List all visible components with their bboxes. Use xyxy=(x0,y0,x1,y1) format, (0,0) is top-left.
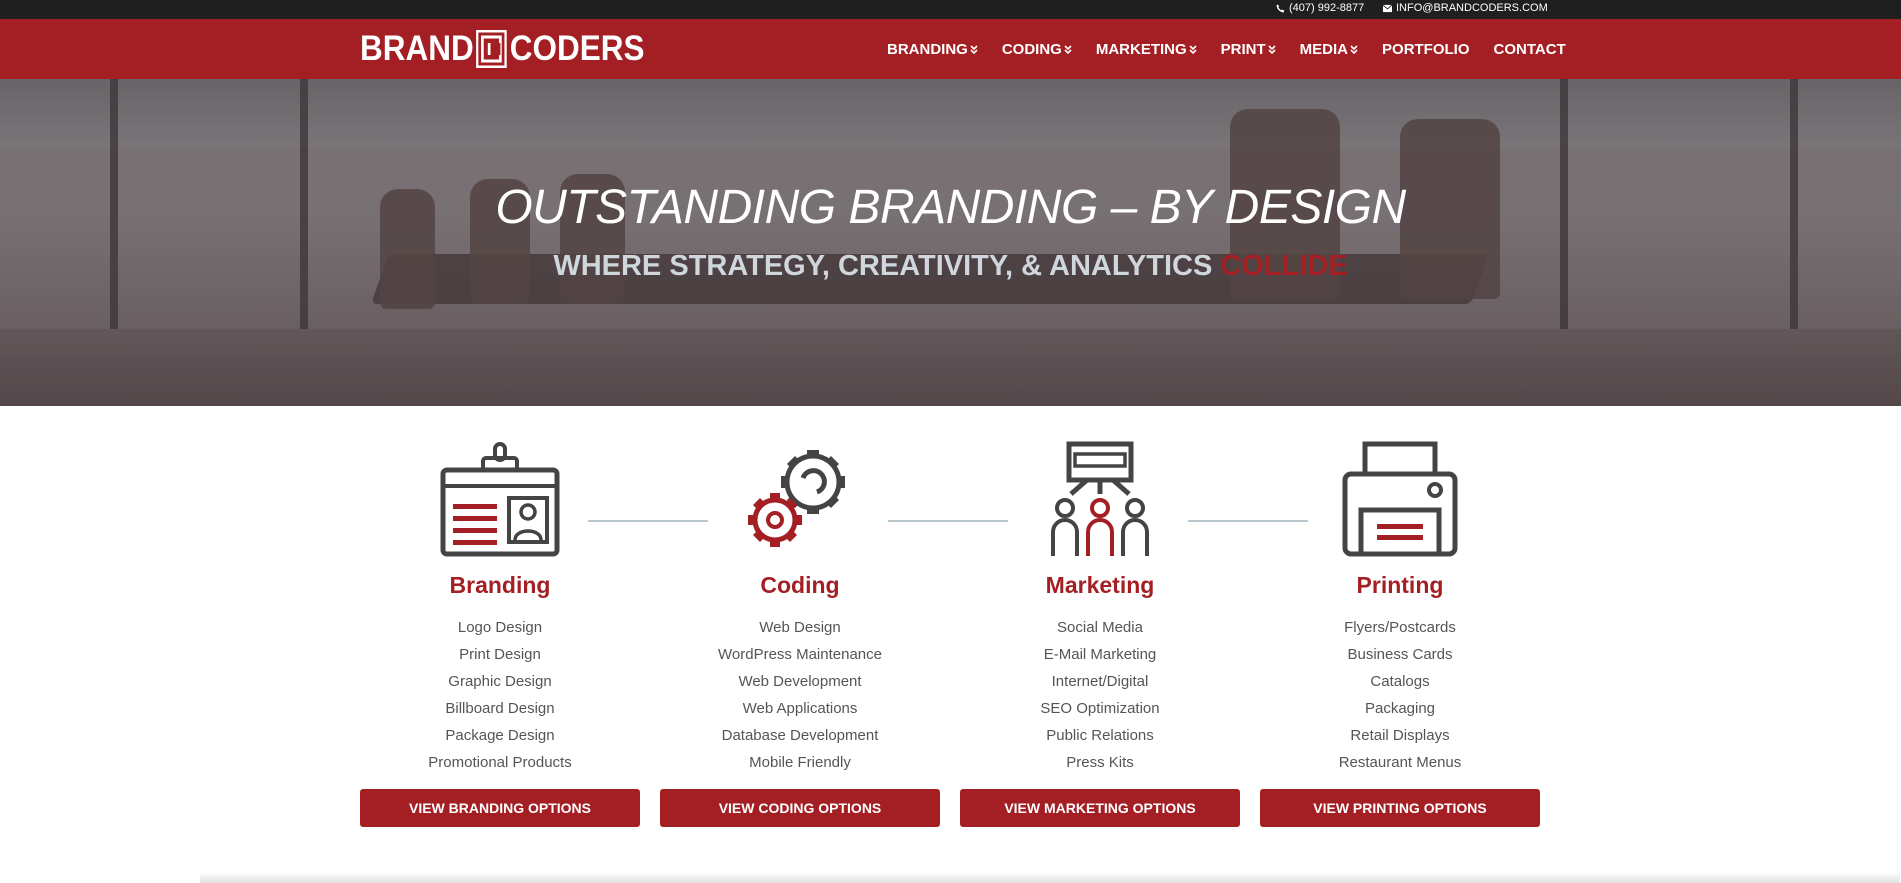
envelope-icon xyxy=(1383,4,1392,12)
service-column-printing: Printing Flyers/Postcards Business Cards… xyxy=(1260,440,1540,827)
service-list-item: WordPress Maintenance xyxy=(718,646,882,663)
service-column-marketing: Marketing Social Media E-Mail Marketing … xyxy=(960,440,1240,827)
nav-item-print[interactable]: PRINT xyxy=(1221,41,1276,58)
service-list-item: Mobile Friendly xyxy=(749,754,851,771)
nav-label-marketing: MARKETING xyxy=(1095,40,1187,58)
service-list-item: Graphic Design xyxy=(448,673,552,690)
nav-item-media[interactable]: MEDIA xyxy=(1300,41,1358,58)
phone-icon xyxy=(1276,3,1285,12)
nav-label-media: MEDIA xyxy=(1299,40,1349,58)
service-title: Printing xyxy=(1356,572,1444,598)
service-list-item: Database Development xyxy=(721,727,879,744)
service-list: Flyers/Postcards Business Cards Catalogs… xyxy=(1260,614,1540,776)
hero-title: OUTSTANDING BRANDING – BY DESIGN xyxy=(495,181,1406,234)
nav-item-contact[interactable]: CONTACT xyxy=(1494,41,1566,58)
service-list-item: Business Cards xyxy=(1347,646,1453,663)
phone-number: (407) 992-8877 xyxy=(1289,2,1365,14)
service-list-item: Web Development xyxy=(738,673,862,690)
phone-contact[interactable]: (407) 992-8877 xyxy=(1276,2,1364,14)
email-contact[interactable]: INFO@BRANDCODERS.COM xyxy=(1383,2,1548,14)
double-chevron-down-icon xyxy=(1350,44,1358,54)
nav-item-branding[interactable]: BRANDING xyxy=(887,41,978,58)
service-list-item: Social Media xyxy=(1057,619,1143,636)
email-address: INFO@BRANDCODERS.COM xyxy=(1396,2,1548,14)
service-list-item: SEO Optimization xyxy=(1040,700,1160,717)
service-column-branding: Branding Logo Design Print Design Graphi… xyxy=(360,440,640,827)
hero-overlay xyxy=(0,79,1901,406)
double-chevron-down-icon xyxy=(1189,44,1197,54)
double-chevron-down-icon xyxy=(1064,44,1072,54)
view-marketing-options-button[interactable]: VIEW MARKETING OPTIONS xyxy=(960,789,1240,827)
double-chevron-down-icon xyxy=(970,44,978,54)
service-list-item: Package Design xyxy=(445,727,555,744)
gears-icon xyxy=(748,450,845,547)
view-printing-options-button[interactable]: VIEW PRINTING OPTIONS xyxy=(1260,789,1540,827)
id-badge-icon xyxy=(440,442,560,557)
nav-label-coding: CODING xyxy=(1001,40,1062,58)
view-coding-options-button[interactable]: VIEW CODING OPTIONS xyxy=(660,789,940,827)
nav-item-marketing[interactable]: MARKETING xyxy=(1096,41,1197,58)
next-section-edge xyxy=(200,872,1900,883)
service-list-item: Billboard Design xyxy=(445,700,555,717)
nav-label-portfolio: PORTFOLIO xyxy=(1382,40,1470,58)
brand-logo[interactable]: BRAND CODERS xyxy=(360,29,645,69)
logo-mark-icon xyxy=(476,30,508,68)
service-list-item: Web Design xyxy=(759,619,841,636)
nav-label-branding: BRANDING xyxy=(887,40,968,58)
nav-item-portfolio[interactable]: PORTFOLIO xyxy=(1382,41,1470,58)
service-list-item: E-Mail Marketing xyxy=(1043,646,1157,663)
service-list-item: Retail Displays xyxy=(1350,727,1450,744)
presentation-audience-icon xyxy=(1051,441,1149,556)
service-list-item: Public Relations xyxy=(1046,727,1154,744)
service-list-item: Internet/Digital xyxy=(1051,673,1149,690)
service-title: Coding xyxy=(760,572,840,598)
service-list-item: Logo Design xyxy=(457,619,543,636)
service-list-item: Packaging xyxy=(1364,700,1436,717)
service-list-item: Restaurant Menus xyxy=(1338,754,1462,771)
service-list: Logo Design Print Design Graphic Design … xyxy=(360,614,640,776)
service-list-item: Web Applications xyxy=(742,700,858,717)
hero-banner: OUTSTANDING BRANDING – BY DESIGN WHERE S… xyxy=(0,79,1901,406)
service-title: Branding xyxy=(449,572,551,598)
service-list: Web Design WordPress Maintenance Web Dev… xyxy=(660,614,940,776)
service-list-item: Catalogs xyxy=(1370,673,1430,690)
service-list-item: Print Design xyxy=(459,646,541,663)
top-contact-bar: (407) 992-8877 INFO@BRANDCODERS.COM xyxy=(0,0,1901,19)
nav-label-print: PRINT xyxy=(1220,40,1266,58)
main-nav: BRANDING CODING MARKETING PRINT MEDIA PO… xyxy=(887,19,1566,79)
hero-subtitle-accent: COLLIDE xyxy=(1220,250,1348,282)
service-title: Marketing xyxy=(1045,572,1155,598)
logo-text-coders: CODERS xyxy=(509,29,645,68)
site-header: BRAND CODERS BRANDING CODING MARKETING P… xyxy=(0,19,1901,79)
logo-text-brand: BRAND xyxy=(360,29,474,68)
view-branding-options-button[interactable]: VIEW BRANDING OPTIONS xyxy=(360,789,640,827)
service-list-item: Press Kits xyxy=(1066,754,1134,771)
hero-subtitle-main: WHERE STRATEGY, CREATIVITY, & ANALYTICS xyxy=(553,250,1213,282)
service-list-item: Flyers/Postcards xyxy=(1344,619,1456,636)
nav-label-contact: CONTACT xyxy=(1493,40,1566,58)
printer-icon xyxy=(1342,441,1458,557)
double-chevron-down-icon xyxy=(1268,44,1276,54)
hero-subtitle: WHERE STRATEGY, CREATIVITY, & ANALYTICS … xyxy=(0,250,1901,283)
nav-item-coding[interactable]: CODING xyxy=(1002,41,1072,58)
service-list-item: Promotional Products xyxy=(428,754,572,771)
service-list: Social Media E-Mail Marketing Internet/D… xyxy=(960,614,1240,776)
service-column-coding: Coding Web Design WordPress Maintenance … xyxy=(660,440,940,827)
